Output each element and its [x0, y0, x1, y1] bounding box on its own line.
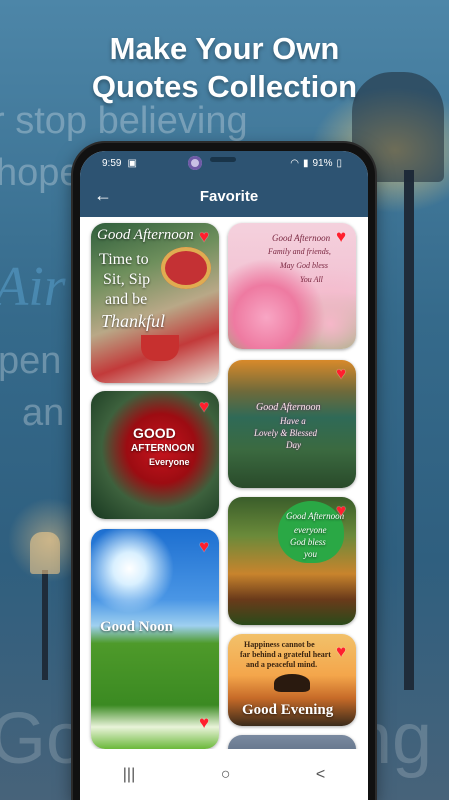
card-title: Good Afternoon [272, 233, 331, 243]
lamp-post-right [404, 170, 414, 690]
status-indicators: ◠ ▮ 91% ▯ [290, 158, 342, 169]
card-text: Happiness cannot be [244, 640, 315, 649]
card-text: Day [286, 440, 301, 450]
phone-frame: 9:59 ▣ ◠ ▮ 91% ▯ ← Favorite Good Afterno… [73, 143, 375, 800]
navigation-bar: ||| ○ < [80, 750, 368, 800]
card-text: Thankful [101, 311, 166, 331]
card-text: Good Noon [100, 619, 173, 635]
quote-card-good-afternoon-roses[interactable]: Good Afternoon Family and friends, May G… [228, 223, 356, 349]
quote-card-good-afternoon-lake[interactable]: Good Afternoon Have a Lovely & Blessed D… [228, 360, 356, 488]
card-text: Family and friends, [268, 247, 331, 256]
lamp-head-left [30, 532, 60, 574]
heart-icon[interactable]: ♥ [332, 643, 350, 660]
card-text: and a peaceful mind. [246, 660, 318, 669]
arrow-left-icon[interactable]: ← [94, 185, 112, 206]
card-text: Good Evening [242, 702, 334, 718]
battery-percentage: 91% [312, 157, 333, 169]
home-button[interactable]: ○ [221, 766, 231, 784]
card-text: You All [300, 275, 323, 284]
tree-image [274, 674, 310, 692]
heart-icon[interactable]: ♥ [332, 365, 350, 382]
card-text: far behind a grateful heart [240, 650, 331, 659]
card-title: Good Afternoon [256, 402, 321, 413]
heart-icon[interactable]: ♥ [195, 398, 213, 415]
background-text: pen [0, 340, 62, 382]
app-bar: ← Favorite [80, 175, 368, 217]
card-text: Sit, Sip [103, 271, 151, 288]
favorites-grid: Good Afternoon Time to Sit, Sip and be T… [80, 217, 368, 749]
background-text: Air [0, 256, 66, 318]
headline-line-1: Make Your Own [109, 31, 340, 66]
card-text: Lovely & Blessed [254, 428, 317, 438]
heart-icon[interactable]: ♥ [195, 714, 213, 731]
page-title: Favorite [199, 187, 259, 205]
front-camera-icon [188, 156, 202, 170]
card-text: Have a [280, 416, 306, 426]
teacup-image [141, 335, 179, 361]
signal-icon: ▮ [302, 157, 309, 169]
quote-card-good-afternoon-tiger[interactable]: Good Afternoon everyone God bless you ♥ [228, 497, 356, 625]
background-text: an [22, 392, 65, 434]
speaker-grille [210, 157, 236, 162]
card-text: Time to [99, 251, 149, 268]
headline-line-2: Quotes Collection [91, 69, 358, 104]
quote-card-good-evening[interactable]: Happiness cannot be far behind a gratefu… [228, 634, 356, 726]
card-text: May God bless [280, 261, 328, 270]
image-notification-icon: ▣ [127, 157, 137, 169]
quote-card-good-noon[interactable]: Good Noon ♥ ♥ [91, 529, 219, 749]
wifi-icon: ◠ [290, 157, 299, 169]
card-text: you [304, 549, 317, 559]
card-text: and be [105, 291, 148, 308]
heart-icon[interactable]: ♥ [195, 228, 213, 245]
quote-card-good-afternoon-heart[interactable]: GOOD AFTERNOON Everyone ♥ [91, 391, 219, 519]
card-text: AFTERNOON [131, 443, 195, 454]
status-time: 9:59 [102, 157, 122, 169]
card-title: Good Afternoon [97, 227, 194, 243]
lamp-post-left [42, 570, 48, 680]
heart-icon[interactable]: ♥ [332, 228, 350, 245]
background-text: r stop believing [0, 100, 248, 142]
status-bar: 9:59 ▣ ◠ ▮ 91% ▯ [80, 151, 368, 175]
card-text: God bless [290, 537, 326, 547]
card-text: everyone [294, 525, 327, 535]
back-button[interactable]: < [316, 766, 325, 784]
heart-icon[interactable]: ♥ [332, 502, 350, 519]
background-text: hope [0, 152, 81, 194]
phone-screen: 9:59 ▣ ◠ ▮ 91% ▯ ← Favorite Good Afterno… [80, 151, 368, 800]
headline: Make Your Own Quotes Collection [0, 30, 449, 106]
battery-icon: ▯ [336, 157, 342, 169]
recents-button[interactable]: ||| [123, 766, 135, 784]
heart-icon[interactable]: ♥ [195, 538, 213, 555]
quote-card-partial[interactable] [228, 735, 356, 749]
card-text: GOOD [133, 425, 176, 441]
quote-card-good-afternoon-tea[interactable]: Good Afternoon Time to Sit, Sip and be T… [91, 223, 219, 383]
card-text: Everyone [149, 457, 190, 467]
teapot-image [161, 247, 211, 289]
